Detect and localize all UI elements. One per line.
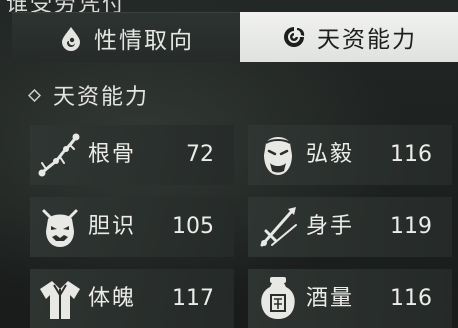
attribute-label: 胆识 [88, 214, 137, 239]
diamond-icon [28, 88, 41, 102]
tab-label: 天资能力 [317, 27, 417, 53]
attribute-value: 105 [172, 214, 214, 239]
attribute-value: 116 [390, 286, 432, 311]
tab-label: 性情取向 [94, 27, 194, 54]
demon-mask-icon [42, 209, 78, 247]
attribute-card-agility: 身手 119 [248, 197, 452, 257]
robe-icon [40, 281, 80, 319]
attribute-card-drinking: 酒量 116 [248, 269, 452, 328]
attribute-value: 116 [390, 142, 432, 167]
attribute-label: 体魄 [88, 286, 137, 311]
attribute-label: 酒量 [306, 286, 355, 311]
panel-header-cut: 谁受劳凭付 [0, 0, 458, 12]
panel-title-partial: 谁受劳凭付 [6, 0, 126, 12]
attribute-value: 117 [172, 286, 214, 311]
crossed-blades-icon [260, 207, 297, 247]
attribute-card-resolve: 弘毅 116 [248, 125, 452, 185]
swirl-cloud-icon [284, 27, 305, 47]
attribute-label: 身手 [306, 214, 355, 239]
section-header: 天资能力 [28, 80, 149, 110]
attribute-card-courage: 胆识 105 [30, 197, 234, 257]
tab-talent[interactable]: 天资能力 [240, 12, 458, 62]
bone-branch-icon [38, 133, 80, 177]
attribute-label: 弘毅 [306, 142, 355, 167]
attribute-card-bone: 根骨 72 [30, 125, 234, 185]
attribute-panel: 谁受劳凭付 性情取向 天资能力 天资能力 [0, 0, 458, 328]
stern-face-icon [264, 137, 292, 175]
wine-jar-icon [261, 277, 295, 319]
tab-bar: 性情取向 天资能力 [12, 12, 458, 62]
section-title: 天资能力 [53, 85, 150, 110]
attribute-label: 根骨 [88, 142, 137, 167]
attribute-card-physique: 体魄 117 [30, 269, 234, 328]
tab-temperament[interactable]: 性情取向 [12, 12, 240, 62]
attribute-value: 119 [390, 214, 432, 239]
attribute-value: 72 [186, 142, 214, 167]
water-drop-icon [62, 26, 80, 51]
